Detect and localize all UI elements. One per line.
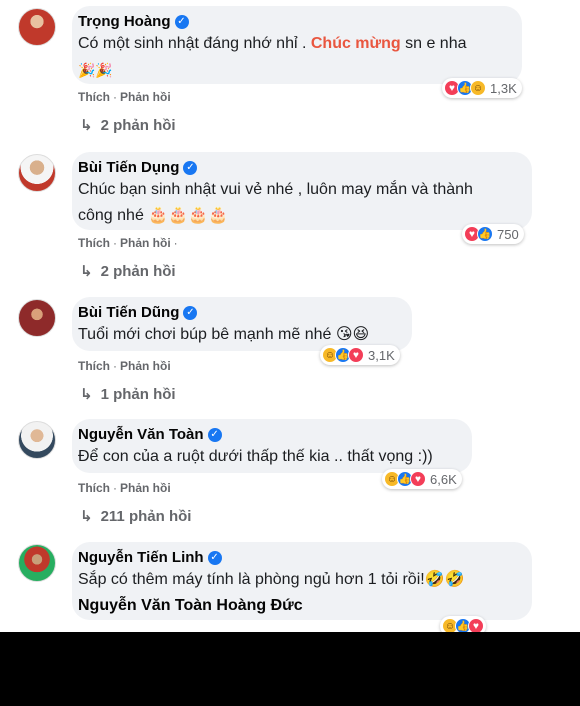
verified-badge-icon: ✓ xyxy=(183,305,198,320)
comment-actions: Thích · Phản hồi · xyxy=(78,236,178,250)
love-reaction-icon: ♥ xyxy=(410,471,426,487)
avatar[interactable] xyxy=(18,154,56,192)
comment-emoji-line: 🎉🎉 xyxy=(78,62,113,78)
reaction-summary[interactable]: ♥ 👍 750 xyxy=(462,224,524,244)
like-link[interactable]: Thích xyxy=(78,236,110,250)
commenter-name[interactable]: Trọng Hoàng xyxy=(78,13,171,30)
reply-link[interactable]: Phản hồi xyxy=(120,359,171,373)
replies-count: 1 phản hồi xyxy=(100,385,176,403)
reaction-count: 750 xyxy=(497,226,519,242)
verified-badge-icon: ✓ xyxy=(174,14,189,29)
reply-arrow-icon: ↳ xyxy=(80,117,93,134)
verified-badge-icon: ✓ xyxy=(207,427,222,442)
comment-actions: Thích · Phản hồi xyxy=(78,359,171,373)
like-reaction-icon: 👍 xyxy=(477,226,493,242)
view-replies-link[interactable]: ↳ 211 phản hồi xyxy=(80,507,192,526)
reaction-summary[interactable]: ♥ 👍 ☺ 1,3K xyxy=(442,78,522,98)
comment-actions: Thích · Phản hồi xyxy=(78,481,171,495)
reaction-summary[interactable]: ☺ 👍 ♥ 6,6K xyxy=(382,469,462,489)
avatar[interactable] xyxy=(18,544,56,582)
reply-arrow-icon: ↳ xyxy=(80,263,93,280)
replies-count: 2 phản hồi xyxy=(100,116,176,134)
view-replies-link[interactable]: ↳ 2 phản hồi xyxy=(80,116,176,135)
black-letterbox-bar xyxy=(0,632,580,706)
tagged-users-link[interactable]: Nguyễn Văn Toàn Hoàng Đức xyxy=(78,597,303,614)
love-reaction-icon: ♥ xyxy=(348,347,364,363)
haha-reaction-icon: ☺ xyxy=(470,80,486,96)
comment-text-part: sn e nha xyxy=(400,35,467,52)
comment-bubble: Trọng Hoàng ✓ Có một sinh nhật đáng nhớ … xyxy=(72,6,522,84)
comment-text-part: Có một sinh nhật đáng nhớ nhỉ . xyxy=(78,35,311,52)
reaction-summary[interactable]: ☺ 👍 ♥ 3,1K xyxy=(320,345,400,365)
comment-actions: Thích · Phản hồi xyxy=(78,90,171,104)
reaction-count: 6,6K xyxy=(430,471,457,487)
reply-link[interactable]: Phản hồi xyxy=(120,90,171,104)
like-link[interactable]: Thích xyxy=(78,90,110,104)
reply-link[interactable]: Phản hồi xyxy=(120,236,171,250)
avatar[interactable] xyxy=(18,421,56,459)
comment-text-highlight: Chúc mừng xyxy=(310,35,401,52)
verified-badge-icon: ✓ xyxy=(183,160,198,175)
view-replies-link[interactable]: ↳ 2 phản hồi xyxy=(80,262,176,281)
replies-count: 211 phản hồi xyxy=(100,507,192,525)
avatar[interactable] xyxy=(18,8,56,46)
love-reaction-icon: ♥ xyxy=(468,618,484,632)
commenter-name[interactable]: Nguyễn Tiến Linh xyxy=(78,549,204,566)
reaction-summary[interactable]: ☺ 👍 ♥ xyxy=(440,616,486,632)
reply-arrow-icon: ↳ xyxy=(80,386,93,403)
view-replies-link[interactable]: ↳ 1 phản hồi xyxy=(80,385,176,404)
like-link[interactable]: Thích xyxy=(78,481,110,495)
comment-text-line2: công nhé 🎂🎂🎂🎂 xyxy=(78,207,228,224)
comment-bubble: Bùi Tiến Dụng ✓ Chúc bạn sinh nhật vui v… xyxy=(72,152,532,230)
reply-link[interactable]: Phản hồi xyxy=(120,481,171,495)
comment-text: Sắp có thêm máy tính là phòng ngủ hơn 1 … xyxy=(78,571,465,588)
comment-bubble: Bùi Tiến Dũng ✓ Tuổi mới chơi búp bê mạn… xyxy=(72,297,412,351)
comment-text: Có một sinh nhật đáng nhớ nhỉ . Chúc mừn… xyxy=(78,32,510,56)
like-link[interactable]: Thích xyxy=(78,359,110,373)
comment-bubble: Nguyễn Tiến Linh ✓ Sắp có thêm máy tính … xyxy=(72,542,532,620)
replies-count: 2 phản hồi xyxy=(100,262,176,280)
commenter-name[interactable]: Bùi Tiến Dụng xyxy=(78,159,179,176)
comment-text: Chúc bạn sinh nhật vui vẻ nhé , luôn may… xyxy=(78,181,473,198)
verified-badge-icon: ✓ xyxy=(207,550,222,565)
comment-text: Tuổi mới chơi búp bê mạnh mẽ nhé 😘😆 xyxy=(78,326,370,343)
reaction-count: 3,1K xyxy=(368,347,395,363)
comment-text: Để con của a ruột dưới thấp thế kia .. t… xyxy=(78,448,433,465)
reply-arrow-icon: ↳ xyxy=(80,508,93,525)
avatar[interactable] xyxy=(18,299,56,337)
commenter-name[interactable]: Bùi Tiến Dũng xyxy=(78,304,179,321)
reaction-count: 1,3K xyxy=(490,80,517,96)
comment-feed: Trọng Hoàng ✓ Có một sinh nhật đáng nhớ … xyxy=(0,0,580,632)
commenter-name[interactable]: Nguyễn Văn Toàn xyxy=(78,426,204,443)
comment-bubble: Nguyễn Văn Toàn ✓ Để con của a ruột dưới… xyxy=(72,419,472,473)
